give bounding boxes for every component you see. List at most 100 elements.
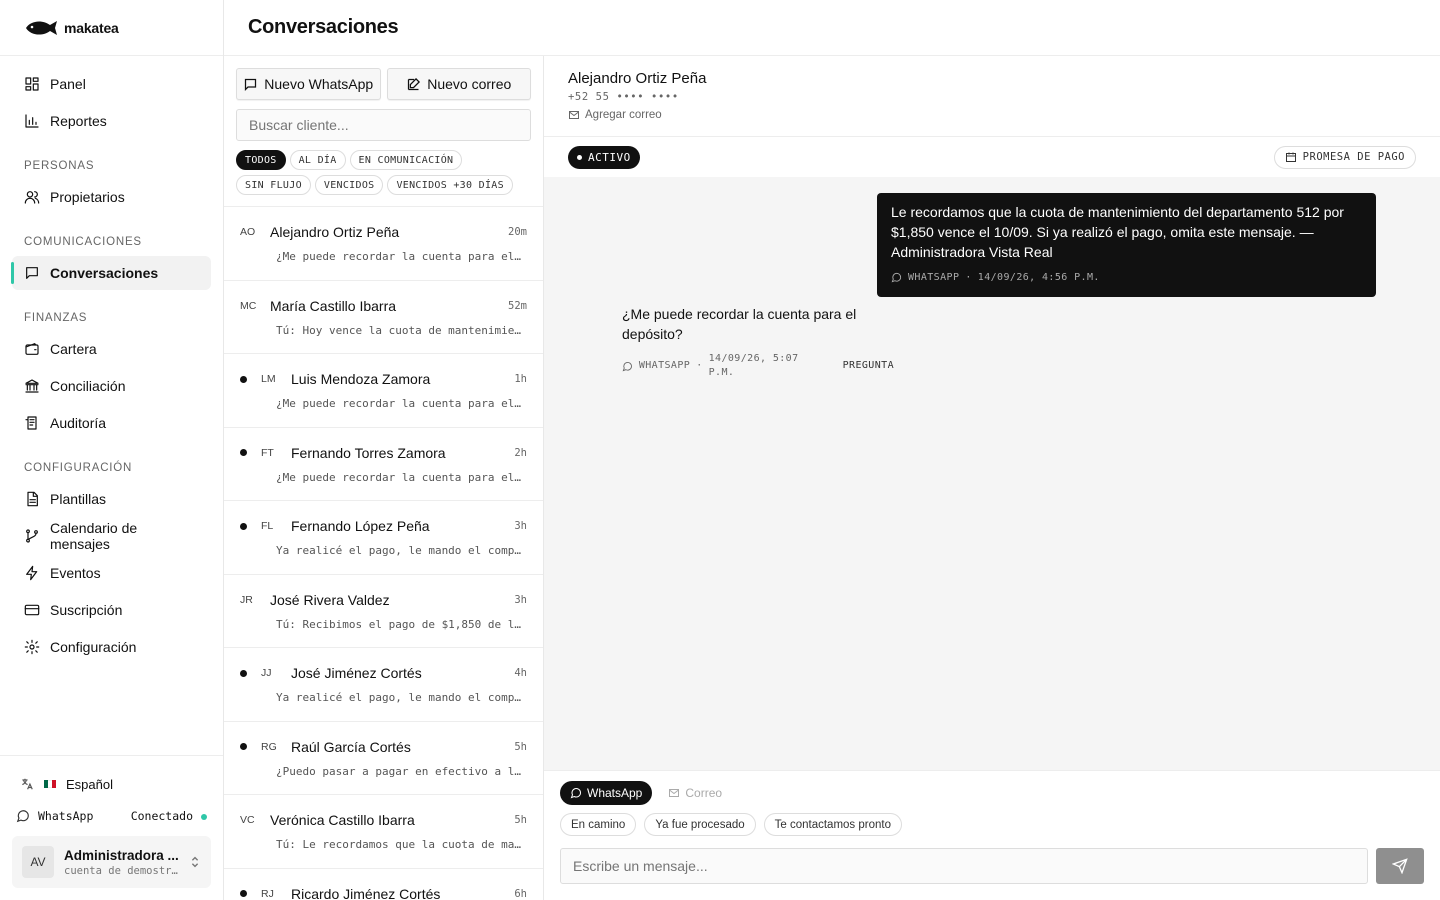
message-composer: WhatsApp Correo En camino Ya fue procesad…	[544, 770, 1440, 900]
sidebar-item-auditoria[interactable]: Auditoría	[12, 406, 211, 440]
filter-chip[interactable]: EN COMUNICACIÓN	[349, 150, 463, 170]
sidebar-item-label: Propietarios	[50, 189, 125, 205]
sidebar-item-eventos[interactable]: Eventos	[12, 556, 211, 590]
card-icon	[24, 604, 40, 616]
branch-icon	[26, 529, 38, 543]
channel-whatsapp-toggle[interactable]: WhatsApp	[560, 781, 653, 805]
conversation-item[interactable]: RG Raúl García Cortés 5h ¿Puedo pasar a pag…	[224, 722, 543, 795]
contact-name: José Rivera Valdez	[270, 591, 390, 608]
new-email-button[interactable]: Nuevo correo	[386, 68, 531, 100]
wallet-icon	[25, 343, 39, 355]
sidebar-item-panel[interactable]: Panel	[12, 67, 211, 101]
quick-reply-button[interactable]: Te contactamos pronto	[763, 813, 902, 836]
mail-icon	[569, 111, 579, 119]
whatsapp-label: WhatsApp	[38, 809, 94, 823]
users-icon	[24, 191, 40, 204]
sidebar-item-cartera[interactable]: Cartera	[12, 332, 211, 366]
message-input[interactable]	[560, 848, 1368, 884]
whatsapp-status-text: Conectado	[130, 809, 193, 823]
sidebar-item-conciliacion[interactable]: Conciliación	[12, 369, 211, 403]
whatsapp-status-row: WhatsApp Conectado	[12, 802, 211, 830]
contact-header: Alejandro Ortiz Peña +52 55 •••• •••• Ag…	[544, 56, 1440, 137]
conversation-item[interactable]: FT Fernando Torres Zamora 2h ¿Me puede reco…	[224, 428, 543, 501]
sidebar-item-label: Panel	[50, 76, 86, 92]
quick-reply-button[interactable]: Ya fue procesado	[644, 813, 756, 836]
message-text: ¿Me puede recordar la cuenta para el dep…	[622, 306, 857, 342]
new-whatsapp-button[interactable]: Nuevo WhatsApp	[236, 68, 381, 100]
conversation-item[interactable]: RJ Ricardo Jiménez Cortés 6h	[224, 869, 543, 900]
status-label: ACTIVO	[588, 150, 631, 164]
document-icon	[27, 491, 38, 507]
sidebar-item-label: Reportes	[50, 113, 107, 129]
contact-initials: RJ	[261, 887, 274, 900]
conversation-preview: Ya realicé el pago, le mando el comproba…	[276, 691, 527, 704]
sidebar-item-reportes[interactable]: Reportes	[12, 104, 211, 138]
unread-indicator	[240, 522, 247, 530]
filter-chip[interactable]: VENCIDOS	[314, 175, 384, 195]
language-label: Español	[66, 776, 113, 792]
conversation-item[interactable]: VC Verónica Castillo Ibarra 5h Tú: Le recor…	[224, 795, 543, 869]
sidebar-item-configuracion[interactable]: Configuración	[12, 630, 211, 664]
meta-separator: ·	[696, 360, 703, 372]
audit-icon	[25, 416, 37, 430]
search-input[interactable]	[236, 109, 531, 141]
message-timestamp: 14/09/26, 5:07 P.M.	[708, 353, 799, 379]
conversation-item[interactable]: JJ José Jiménez Cortés 4h Ya realicé el pag…	[224, 648, 543, 722]
contact-initials: FT	[261, 446, 274, 459]
filter-chip[interactable]: AL DÍA	[289, 150, 346, 170]
filter-chip[interactable]: TODOS	[236, 150, 286, 170]
status-badge[interactable]: ACTIVO	[568, 145, 640, 169]
conversation-time: 2h	[514, 446, 527, 459]
contact-initials: VC	[240, 814, 255, 826]
conversation-item[interactable]: FL Fernando López Peña 3h Ya realicé el pag…	[224, 501, 543, 575]
sidebar-item-label: Plantillas	[50, 491, 107, 507]
sidebar-item-propietarios[interactable]: Propietarios	[12, 180, 211, 214]
unread-indicator	[240, 449, 247, 456]
user-account-switcher[interactable]: AV Administradora ... cuenta de demostr…	[12, 836, 211, 888]
sidebar-nav: Panel Reportes PERSONAS Propietarios COMUNIC…	[0, 56, 223, 667]
user-name: Administradora ...	[64, 847, 179, 863]
sidebar-item-plantillas[interactable]: Plantillas	[12, 482, 211, 516]
conversation-preview: Tú: Le recordamos que la cuota de manten…	[276, 838, 527, 851]
conversation-item[interactable]: LM Luis Mendoza Zamora 1h ¿Me puede recorda…	[224, 354, 543, 428]
nav-section-title: CONFIGURACIÓN	[24, 462, 133, 474]
payment-promise-button[interactable]: PROMESA DE PAGO	[1273, 145, 1416, 169]
bolt-icon	[26, 565, 38, 581]
conversation-preview: Tú: Hoy vence la cuota de mantenimiento	[276, 323, 527, 337]
filter-chip[interactable]: VENCIDOS +30 DÍAS	[387, 175, 513, 195]
send-icon	[1392, 858, 1408, 874]
sidebar-item-label: Conversaciones	[50, 265, 159, 281]
conversation-preview: Ya realicé el pago, le mando el comproba…	[276, 544, 527, 557]
sidebar-item-label: Auditoría	[50, 415, 107, 431]
conversation-item[interactable]: AO Alejandro Ortiz Peña 20m ¿Me puede recor…	[224, 207, 543, 281]
sidebar-item-label: Cartera	[50, 341, 97, 357]
quick-reply-button[interactable]: En camino	[560, 813, 637, 836]
sidebar-item-suscripcion[interactable]: Suscripción	[12, 593, 211, 627]
contact-name: Alejandro Ortiz Peña	[270, 224, 400, 240]
contact-name: Raúl García Cortés	[291, 738, 411, 755]
unread-indicator	[240, 890, 247, 897]
conversation-preview: ¿Me puede recordar la cuenta para el dep…	[276, 397, 527, 410]
chat-bubble-icon	[245, 78, 257, 91]
language-selector[interactable]: Español	[12, 770, 211, 798]
send-button[interactable]	[1376, 848, 1424, 884]
mail-icon	[669, 789, 680, 797]
conversation-preview: ¿Puedo pasar a pagar en efectivo a la ad…	[276, 764, 527, 778]
filter-chip[interactable]: SIN FLUJO	[236, 175, 311, 195]
conversation-item[interactable]: JR José Rivera Valdez 3h Tú: Recibimos el p…	[224, 575, 543, 648]
nav-section-title: PERSONAS	[24, 160, 95, 172]
logo[interactable]: makatea	[0, 0, 223, 56]
conversation-list-panel: Nuevo WhatsApp Nuevo correo TODOSAL DÍAE…	[224, 0, 544, 900]
add-email-link[interactable]: Agregar correo	[568, 109, 1416, 121]
whatsapp-icon	[16, 810, 29, 823]
app-root: makatea Panel Reportes PERSONAS Propietario…	[0, 0, 1440, 900]
new-whatsapp-label: Nuevo WhatsApp	[264, 76, 374, 92]
bank-icon	[25, 379, 39, 393]
sidebar-item-label: Eventos	[50, 565, 101, 581]
sidebar-item-conversaciones[interactable]: Conversaciones	[11, 256, 211, 290]
nav-section-title: FINANZAS	[24, 312, 88, 324]
channel-email-toggle[interactable]: Correo	[658, 781, 732, 805]
conversation-item[interactable]: MC María Castillo Ibarra 52m Tú: Hoy vence …	[224, 281, 543, 354]
conversation-time: 3h	[514, 593, 527, 606]
sidebar-item-calendario-de-mensajes[interactable]: Calendario de mensajes	[12, 519, 211, 553]
